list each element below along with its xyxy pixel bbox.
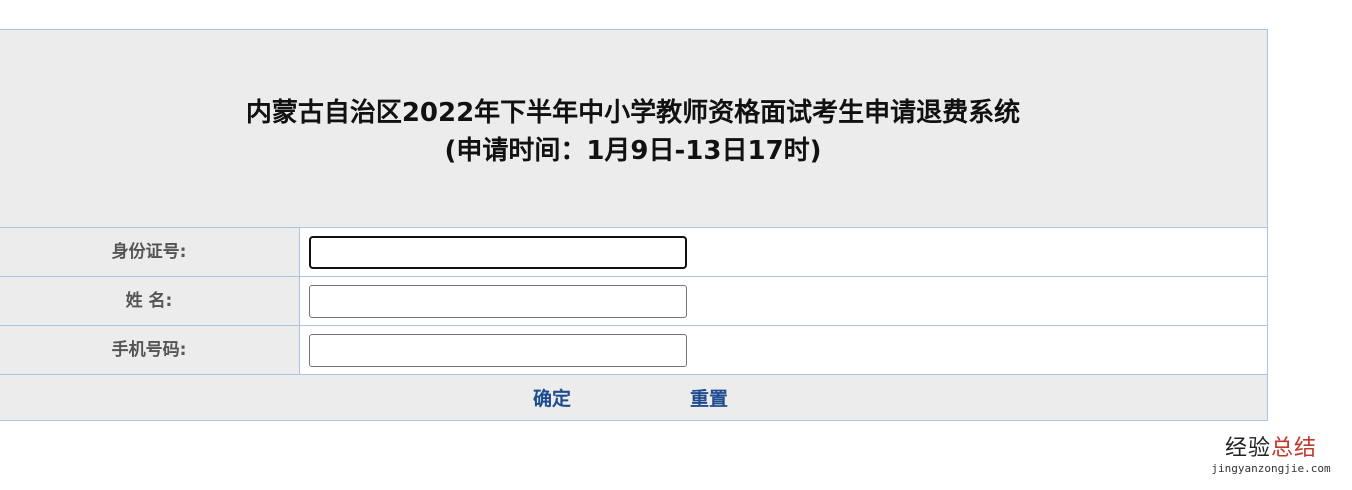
phone-row: 手机号码: bbox=[0, 326, 1267, 375]
confirm-button[interactable]: 确定 bbox=[533, 375, 571, 423]
form-header: 内蒙古自治区2022年下半年中小学教师资格面试考生申请退费系统 (申请时间：1月… bbox=[0, 30, 1267, 228]
refund-form-panel: 内蒙古自治区2022年下半年中小学教师资格面试考生申请退费系统 (申请时间：1月… bbox=[0, 29, 1268, 421]
application-period: (申请时间：1月9日-13日17时) bbox=[444, 136, 822, 166]
watermark-url: jingyanzongjie.com bbox=[1211, 462, 1331, 475]
name-input[interactable] bbox=[309, 285, 687, 318]
site-watermark: 经验总结 jingyanzongjie.com bbox=[1196, 437, 1346, 477]
phone-label: 手机号码: bbox=[0, 326, 300, 374]
name-row: 姓 名: bbox=[0, 277, 1267, 326]
form-actions: 确定 重置 bbox=[0, 375, 1267, 420]
id-number-label: 身份证号: bbox=[0, 228, 300, 276]
name-label: 姓 名: bbox=[0, 277, 300, 325]
page-title: 内蒙古自治区2022年下半年中小学教师资格面试考生申请退费系统 bbox=[245, 98, 1021, 128]
phone-input[interactable] bbox=[309, 334, 687, 367]
watermark-logo: 经验总结 bbox=[1224, 436, 1318, 461]
reset-button[interactable]: 重置 bbox=[690, 375, 728, 423]
id-number-row: 身份证号: bbox=[0, 228, 1267, 277]
id-number-input[interactable] bbox=[309, 236, 687, 269]
